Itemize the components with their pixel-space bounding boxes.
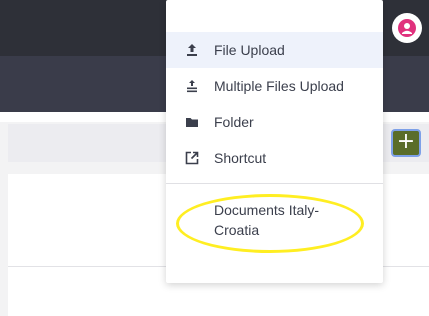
shortcut-icon bbox=[185, 151, 199, 165]
upload-icon bbox=[185, 43, 199, 57]
menu-item-label: Folder bbox=[214, 114, 254, 130]
menu-item-label: Multiple Files Upload bbox=[214, 78, 344, 94]
recent-item-documents[interactable]: Documents Italy-Croatia bbox=[214, 200, 364, 240]
menu-item-shortcut[interactable]: Shortcut bbox=[166, 140, 383, 176]
multi-upload-icon bbox=[185, 79, 199, 93]
user-avatar[interactable] bbox=[392, 13, 422, 43]
add-button[interactable]: + bbox=[391, 129, 421, 157]
menu-item-multiple-files-upload[interactable]: Multiple Files Upload bbox=[166, 68, 383, 104]
menu-item-label: File Upload bbox=[214, 42, 285, 58]
new-item-dropdown: File Upload Multiple Files Upload Folder… bbox=[166, 0, 383, 283]
user-icon bbox=[398, 19, 416, 37]
menu-item-folder[interactable]: Folder bbox=[166, 104, 383, 140]
menu-item-file-upload[interactable]: File Upload bbox=[166, 32, 383, 68]
folder-icon bbox=[185, 115, 199, 129]
menu-divider bbox=[166, 183, 383, 184]
menu-item-label: Shortcut bbox=[214, 150, 267, 166]
